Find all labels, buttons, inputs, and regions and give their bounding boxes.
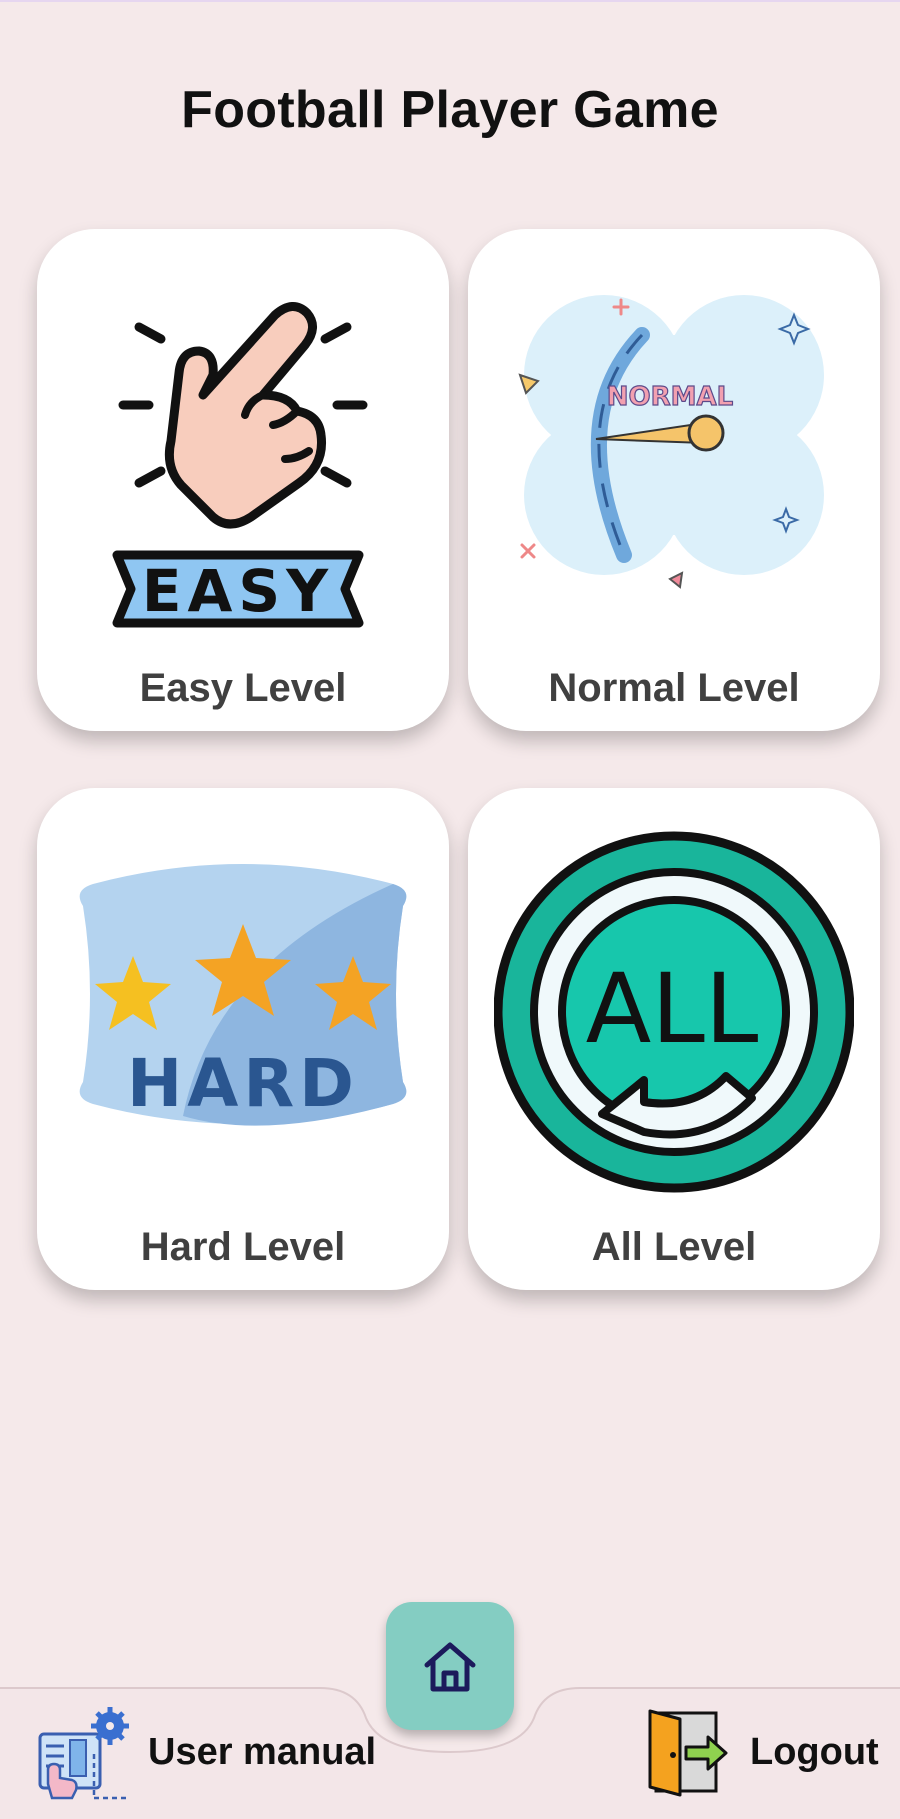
exit-door-icon [648,1709,728,1797]
easy-level-card[interactable]: EASY Easy Level [37,229,449,731]
normal-gauge-icon: NORMAL [518,295,824,589]
easy-icon-text: EASY [142,557,334,625]
home-button[interactable] [386,1602,514,1730]
all-icon-text: ALL [586,953,759,1065]
page-title: Football Player Game [181,81,719,139]
all-cycle-icon: ALL [494,831,854,1193]
logout-button[interactable]: Logout [642,1700,879,1804]
user-manual-label: User manual [148,1730,377,1773]
hard-level-card[interactable]: HARD Hard Level [37,788,449,1290]
normal-icon-text: NORMAL [607,382,733,412]
easy-hand-icon: EASY [112,302,368,628]
all-level-card[interactable]: ALL All Level [468,788,880,1290]
hard-level-label: Hard Level [140,1225,346,1269]
manual-icon [38,1707,129,1800]
normal-level-label: Normal Level [548,666,800,710]
normal-level-card[interactable]: NORMAL Normal Level [468,229,880,731]
home-icon [424,1642,476,1692]
easy-level-label: Easy Level [139,666,347,710]
all-level-label: All Level [591,1225,757,1269]
logout-label: Logout [750,1730,879,1773]
hard-icon-text: HARD [127,1045,359,1122]
hard-stars-icon: HARD [79,864,407,1126]
top-border [0,0,900,2]
user-manual-button[interactable]: User manual [34,1700,376,1804]
